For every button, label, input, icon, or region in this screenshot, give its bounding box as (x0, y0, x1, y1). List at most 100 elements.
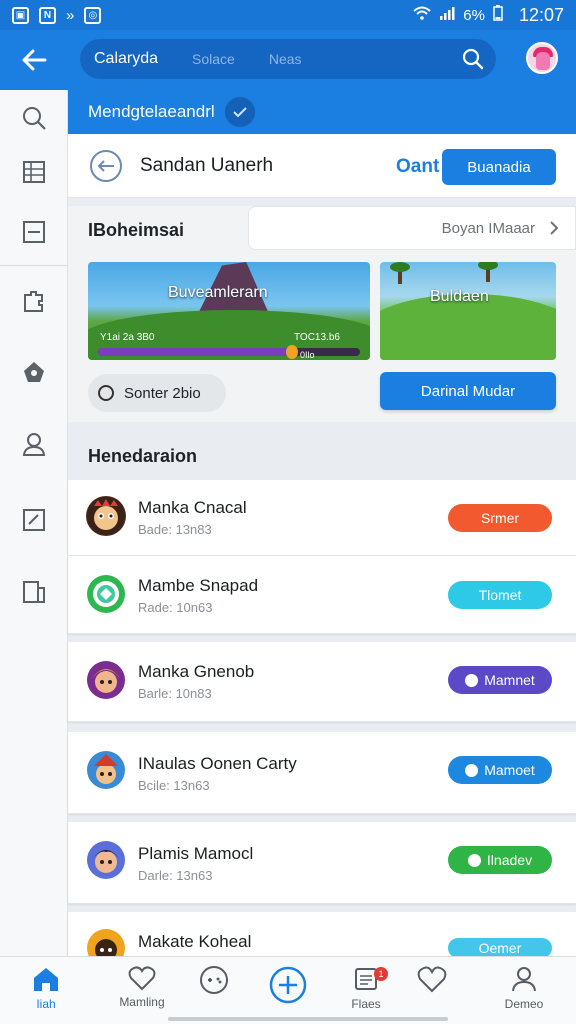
item-name: Makate Koheal (138, 932, 252, 951)
circle-back-button[interactable] (90, 149, 122, 182)
sidebar-shape-icon[interactable] (18, 356, 50, 388)
item-sub: Darle: 13n63 (138, 868, 213, 883)
item-name: INaulas Oonen Carty (138, 754, 297, 773)
header-link[interactable]: Oant (396, 156, 439, 178)
signal-icon (439, 6, 455, 24)
list-item[interactable]: Manka Gnenob Barle: 10n83 Mamnet (68, 642, 576, 722)
search-bar[interactable]: Calaryda Solace Neas (80, 39, 496, 79)
filter-chip[interactable]: Sonter 2bio (88, 374, 226, 412)
controller-icon (200, 966, 228, 994)
status-time: 12:07 (518, 4, 564, 25)
progress-knob (285, 345, 298, 359)
chip-label: Sonter 2bio (124, 384, 201, 402)
sidebar-edit-icon[interactable] (18, 504, 50, 536)
add-icon (269, 966, 307, 1004)
list-item[interactable]: Mambe Snapad Rade: 10n63 Tlomet (68, 556, 576, 634)
nav-profile[interactable]: Demeo (484, 965, 564, 1021)
list-section-title: Henedaraion (88, 446, 198, 466)
list-item[interactable]: Plamis Mamocl Darle: 13n63 Ilnadev (68, 822, 576, 904)
item-name: Plamis Mamocl (138, 844, 254, 863)
heart-icon (417, 966, 447, 993)
nav-matching[interactable]: Mamling (102, 965, 182, 1021)
banner: Mendgtelaeandrl (68, 90, 576, 134)
game-card-stat-right: TOC13.b6 (294, 332, 340, 343)
sidebar-user-icon[interactable] (18, 428, 50, 460)
featured-section: IBoheimsai Boyan IMaaar Buveamlerarn Y1a… (68, 206, 576, 422)
avatar[interactable] (526, 42, 558, 74)
status-bar: ▣ N » ◎ 6% 12:07 (0, 0, 576, 30)
bottom-nav: Iiah Mamling 1 Flaes Demeo (0, 956, 576, 1024)
search-tab-1[interactable]: Calaryda (94, 50, 158, 68)
nav-favorites[interactable] (392, 965, 472, 1021)
item-action-button[interactable]: Mamnet (448, 666, 552, 694)
sort-dropdown[interactable]: Boyan IMaaar (248, 206, 576, 250)
search-tab-2[interactable]: Solace (192, 51, 235, 67)
game-card-1[interactable]: Buveamlerarn Y1ai 2a 3B0 TOC13.b6 0Ilo (88, 262, 370, 360)
search-tab-3[interactable]: Neas (269, 51, 302, 67)
banner-text: Mendgtelaeandrl (88, 102, 215, 121)
item-action-button[interactable]: Ilnadev (448, 846, 552, 874)
section-action-button[interactable]: Darinal Mudar (380, 372, 556, 410)
nav-game[interactable] (174, 965, 254, 1021)
list-item[interactable]: Makate Koheal Oemer (68, 912, 576, 967)
item-sub: Barle: 10n83 (138, 686, 212, 701)
dropdown-label: Boyan IMaaar (441, 219, 535, 237)
item-name: Mambe Snapad (138, 576, 259, 595)
wifi-icon (413, 6, 431, 24)
user-icon (465, 673, 479, 687)
sidebar-device-icon[interactable] (18, 576, 50, 608)
game-card-title: Buldaen (430, 288, 489, 305)
tree-decoration (478, 262, 498, 282)
n-app-icon: N (39, 6, 56, 24)
user-icon (467, 853, 481, 867)
list-item[interactable]: INaulas Oonen Carty Bcile: 13n63 Mamoet (68, 732, 576, 814)
sidebar-panel-icon[interactable] (18, 216, 50, 248)
app-icon (86, 496, 126, 536)
section-title: IBoheimsai (88, 220, 185, 240)
nav-home[interactable]: Iiah (6, 965, 86, 1021)
item-action-button[interactable]: Mamoet (448, 756, 552, 784)
home-icon (34, 968, 58, 991)
item-name: Manka Gnenob (138, 662, 255, 681)
nav-label: Flaes (351, 997, 381, 1011)
nav-label: Mamling (119, 995, 165, 1009)
game-card-title: Buveamlerarn (168, 284, 268, 301)
nav-label: Iiah (36, 997, 56, 1011)
sidebar-puzzle-icon[interactable] (18, 286, 50, 318)
arrow-left-icon (97, 159, 114, 172)
user-icon (465, 763, 479, 777)
progress-value: 0Ilo (300, 350, 315, 360)
user-icon (512, 967, 536, 992)
item-sub: Bade: 13n83 (138, 522, 212, 537)
list-item[interactable]: Manka Cnacal Bade: 13n83 Srmer (68, 480, 576, 556)
sidebar-search-icon[interactable] (18, 102, 50, 134)
app-icon (86, 840, 126, 880)
app-bar: Calaryda Solace Neas (0, 30, 576, 90)
tree-decoration (390, 262, 410, 284)
progress-bar-fill (98, 348, 292, 356)
item-action-button[interactable]: Oemer (448, 938, 552, 958)
home-indicator (168, 1017, 448, 1021)
game-card-stat-left: Y1ai 2a 3B0 (100, 332, 155, 343)
item-sub: Bcile: 13n63 (138, 778, 210, 793)
item-sub: Rade: 10n63 (138, 600, 213, 615)
battery-icon (493, 5, 503, 25)
game-card-2[interactable]: Buldaen (380, 262, 556, 360)
sidebar (0, 90, 68, 956)
header-row: Sandan Uanerh Oant Buanadia (68, 134, 576, 198)
chevron-right-icon (550, 221, 559, 235)
bag-icon: ◎ (84, 6, 102, 24)
header-primary-button[interactable]: Buanadia (442, 149, 556, 185)
sidebar-list-icon[interactable] (18, 156, 50, 188)
nav-label: Demeo (504, 997, 544, 1011)
nav-add[interactable] (248, 965, 328, 1021)
sidebar-divider (0, 265, 68, 266)
search-icon[interactable] (462, 48, 484, 75)
item-action-button[interactable]: Srmer (448, 504, 552, 532)
heart-icon (128, 966, 156, 991)
back-button[interactable] (0, 30, 68, 90)
app-icon (86, 750, 126, 790)
check-icon[interactable] (224, 97, 255, 127)
item-action-button[interactable]: Tlomet (448, 581, 552, 609)
progress-bar (98, 345, 360, 359)
